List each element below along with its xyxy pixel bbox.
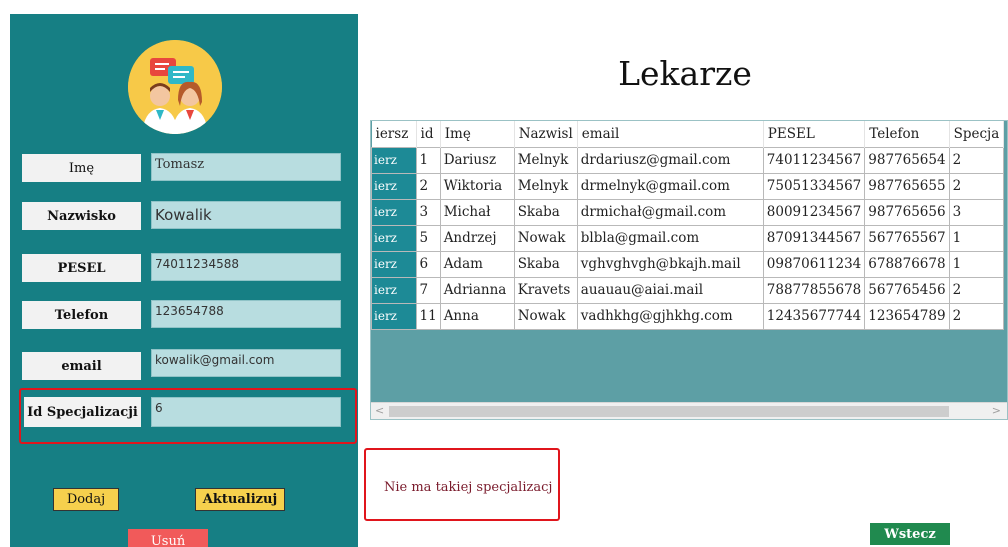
doctors-grid[interactable]: iersz id Imę Nazwisl email PESEL Telefon… (370, 120, 1008, 420)
cell-specialization[interactable]: 3 (948, 198, 1005, 226)
column-header-specialization[interactable]: Specja (949, 121, 1005, 147)
table-row[interactable]: ierz 7 Adrianna Kravets auauau@aiai.mail 7887… (371, 276, 1005, 304)
delete-button[interactable]: Usuń (128, 529, 208, 547)
email-input[interactable]: kowalik@gmail.com (151, 349, 341, 377)
cell-pesel[interactable]: 87091344567 (762, 224, 866, 252)
doctors-table: iersz id Imę Nazwisl email PESEL Telefon… (371, 121, 1005, 330)
column-header-first-name[interactable]: Imę (440, 121, 515, 147)
cell-specialization[interactable]: 2 (948, 276, 1005, 304)
phone-input[interactable]: 123654788 (151, 300, 341, 328)
back-button[interactable]: Wstecz (870, 523, 950, 545)
add-button[interactable]: Dodaj (53, 488, 119, 511)
cell-last-name[interactable]: Melnyk (513, 172, 578, 200)
cell-pesel[interactable]: 75051334567 (762, 172, 866, 200)
cell-first-name[interactable]: Andrzej (439, 224, 515, 252)
pesel-label: PESEL (22, 254, 141, 282)
cell-first-name[interactable]: Anna (439, 302, 515, 330)
row-select-button[interactable]: ierz (371, 172, 417, 200)
cell-last-name[interactable]: Kravets (513, 276, 578, 304)
cell-specialization[interactable]: 2 (948, 172, 1005, 200)
cell-id[interactable]: 7 (415, 276, 441, 304)
phone-label: Telefon (22, 301, 141, 329)
cell-id[interactable]: 1 (415, 146, 441, 174)
cell-pesel[interactable]: 09870611234 (762, 250, 866, 278)
column-header-last-name[interactable]: Nazwisl (514, 121, 578, 147)
cell-phone[interactable]: 123654789 (864, 302, 950, 330)
doctors-avatar-icon (128, 40, 222, 134)
cell-email[interactable]: drmelnyk@gmail.com (576, 172, 764, 200)
cell-last-name[interactable]: Nowak (513, 224, 578, 252)
cell-id[interactable]: 2 (415, 172, 441, 200)
cell-email[interactable]: vghvghvgh@bkajh.mail (576, 250, 764, 278)
cell-pesel[interactable]: 74011234567 (762, 146, 866, 174)
table-header-row: iersz id Imę Nazwisl email PESEL Telefon… (371, 121, 1005, 147)
cell-id[interactable]: 5 (415, 224, 441, 252)
cell-last-name[interactable]: Nowak (513, 302, 578, 330)
email-label: email (22, 352, 141, 380)
first-name-input[interactable]: Tomasz (151, 153, 341, 181)
row-select-button[interactable]: ierz (371, 302, 417, 330)
cell-first-name[interactable]: Adrianna (439, 276, 515, 304)
first-name-label: Imę (22, 154, 141, 182)
cell-last-name[interactable]: Skaba (513, 250, 578, 278)
table-row[interactable]: ierz 1 Dariusz Melnyk drdariusz@gmail.com 740… (371, 146, 1005, 174)
scroll-left-icon[interactable]: < (375, 404, 384, 417)
cell-phone[interactable]: 567765567 (864, 224, 950, 252)
table-row[interactable]: ierz 6 Adam Skaba vghvghvgh@bkajh.mail 098706… (371, 250, 1005, 278)
cell-first-name[interactable]: Wiktoria (439, 172, 515, 200)
cell-pesel[interactable]: 12435677744 (762, 302, 866, 330)
column-header-phone[interactable]: Telefon (864, 121, 950, 147)
specialization-highlight (19, 388, 357, 444)
cell-last-name[interactable]: Skaba (513, 198, 578, 226)
cell-first-name[interactable]: Dariusz (439, 146, 515, 174)
row-select-button[interactable]: ierz (371, 250, 417, 278)
form-panel: Imę Tomasz Nazwisko Kowalik PESEL 740112… (10, 14, 358, 547)
table-row[interactable]: ierz 11 Anna Nowak vadhkhg@gjhkhg.com 1243567… (371, 302, 1005, 330)
column-header-email[interactable]: email (577, 121, 764, 147)
cell-phone[interactable]: 987765655 (864, 172, 950, 200)
cell-id[interactable]: 11 (415, 302, 441, 330)
scrollbar-thumb[interactable] (389, 406, 949, 417)
cell-email[interactable]: auauau@aiai.mail (576, 276, 764, 304)
last-name-label: Nazwisko (22, 202, 141, 230)
column-header-select[interactable]: iersz (371, 121, 417, 147)
cell-specialization[interactable]: 2 (948, 302, 1005, 330)
cell-specialization[interactable]: 2 (948, 146, 1005, 174)
cell-specialization[interactable]: 1 (948, 224, 1005, 252)
cell-email[interactable]: drdariusz@gmail.com (576, 146, 764, 174)
cell-phone[interactable]: 567765456 (864, 276, 950, 304)
cell-last-name[interactable]: Melnyk (513, 146, 578, 174)
row-select-button[interactable]: ierz (371, 224, 417, 252)
cell-phone[interactable]: 987765656 (864, 198, 950, 226)
table-row[interactable]: ierz 2 Wiktoria Melnyk drmelnyk@gmail.com 750… (371, 172, 1005, 200)
error-message-box: Nie ma takiej specjalizacj (364, 448, 560, 521)
column-header-pesel[interactable]: PESEL (763, 121, 866, 147)
table-row[interactable]: ierz 5 Andrzej Nowak blbla@gmail.com 87091344… (371, 224, 1005, 252)
cell-id[interactable]: 3 (415, 198, 441, 226)
cell-phone[interactable]: 987765654 (864, 146, 950, 174)
row-select-button[interactable]: ierz (371, 146, 417, 174)
row-select-button[interactable]: ierz (371, 198, 417, 226)
cell-phone[interactable]: 678876678 (864, 250, 950, 278)
cell-id[interactable]: 6 (415, 250, 441, 278)
horizontal-scrollbar[interactable]: < > (371, 402, 1007, 419)
cell-specialization[interactable]: 1 (948, 250, 1005, 278)
pesel-input[interactable]: 74011234588 (151, 253, 341, 281)
page-title: Lekarze (618, 54, 752, 93)
cell-email[interactable]: drmichał@gmail.com (576, 198, 764, 226)
column-header-id[interactable]: id (416, 121, 441, 147)
cell-email[interactable]: blbla@gmail.com (576, 224, 764, 252)
cell-pesel[interactable]: 78877855678 (762, 276, 866, 304)
scroll-right-icon[interactable]: > (992, 404, 1001, 417)
cell-email[interactable]: vadhkhg@gjhkhg.com (576, 302, 764, 330)
update-button[interactable]: Aktualizuj (195, 488, 285, 511)
last-name-input[interactable]: Kowalik (151, 201, 341, 229)
cell-first-name[interactable]: Adam (439, 250, 515, 278)
row-select-button[interactable]: ierz (371, 276, 417, 304)
cell-first-name[interactable]: Michał (439, 198, 515, 226)
table-row[interactable]: ierz 3 Michał Skaba drmichał@gmail.com 800912… (371, 198, 1005, 226)
cell-pesel[interactable]: 80091234567 (762, 198, 866, 226)
error-message: Nie ma takiej specjalizacj (384, 480, 553, 495)
